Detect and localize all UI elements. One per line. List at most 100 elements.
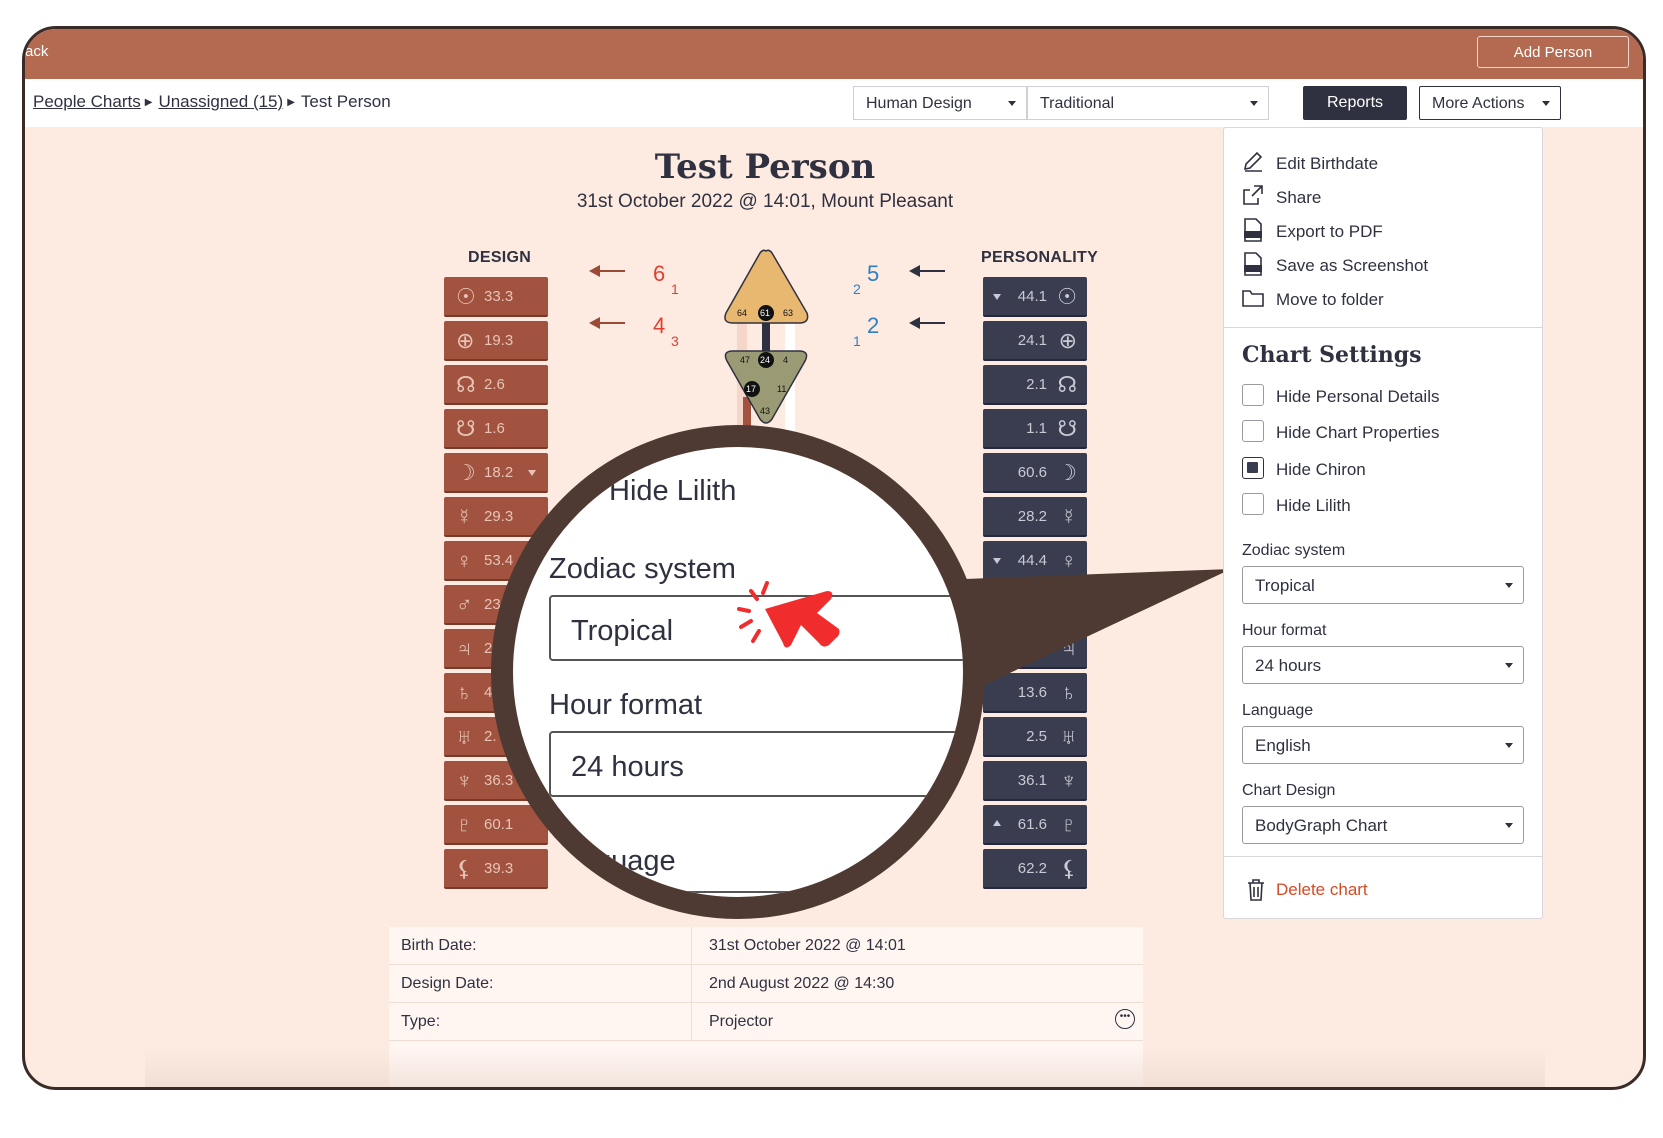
language-select[interactable]: English — [1242, 726, 1524, 764]
add-person-button[interactable]: Add Person — [1477, 36, 1629, 68]
chevron-down-icon — [1008, 101, 1016, 106]
magnified-hour-value: 24 hours — [571, 751, 684, 783]
chevron-down-icon — [1505, 583, 1513, 588]
right-bottom-arrow-icon — [909, 317, 945, 329]
magnifier-lens: Hide Lilith Zodiac system Tropical Hour … — [491, 425, 985, 919]
checkbox-label: Hide Lilith — [1276, 496, 1351, 515]
magnified-language-field: guage — [549, 827, 963, 893]
activation-row[interactable]: ⊕ 24.1 — [983, 321, 1087, 361]
checkbox-box[interactable] — [1242, 493, 1264, 515]
activation-row[interactable]: ♇ 61.6 — [983, 805, 1087, 845]
activation-value: 33.3 — [484, 288, 514, 305]
activation-row[interactable]: ☋ 1.1 — [983, 409, 1087, 449]
activation-row[interactable]: ♇ 60.1 — [444, 805, 548, 845]
detail-label: Birth Date: — [401, 937, 477, 954]
share-icon — [1243, 185, 1263, 205]
checkbox-box[interactable] — [1242, 384, 1264, 406]
activation-value: 2. — [484, 728, 497, 745]
activation-value: 2.5 — [1026, 728, 1047, 745]
breadcrumb-unassigned[interactable]: Unassigned (15) — [158, 92, 283, 111]
activation-row[interactable]: ☊ 2.6 — [444, 365, 548, 405]
variable-left-top-number: 6 — [653, 261, 666, 286]
breadcrumb-separator-icon: ▶ — [144, 97, 153, 108]
breadcrumb-separator-icon: ▶ — [287, 97, 295, 108]
activation-row[interactable]: ⚸ 62.2 — [983, 849, 1087, 889]
mars-icon: ♂ — [456, 592, 473, 617]
more-actions-panel: Edit Birthdate Share Export to PDF Save … — [1223, 127, 1543, 919]
variable-right-bottom-sub: 1 — [853, 333, 861, 349]
activation-row[interactable]: ♅ 2.5 — [983, 717, 1087, 757]
table-row: Birth Date: 31st October 2022 @ 14:01 — [389, 927, 1143, 965]
checkbox-box-checked[interactable] — [1242, 457, 1264, 479]
more-actions-button[interactable]: More Actions — [1419, 86, 1561, 120]
variable-right-bottom-number: 2 — [867, 313, 880, 338]
checkbox-label: Hide Chiron — [1276, 460, 1366, 479]
breadcrumb-current: Test Person — [300, 92, 391, 111]
personality-heading: PERSONALITY — [981, 249, 1099, 266]
hour-format-select[interactable]: 24 hours — [1242, 646, 1524, 684]
activation-row[interactable]: ☿ 28.2 — [983, 497, 1087, 537]
activation-row[interactable]: ☉ 33.3 — [444, 277, 548, 317]
activation-row[interactable]: ⊕ 19.3 — [444, 321, 548, 361]
head-gate-63: 63 — [783, 308, 793, 318]
reports-button[interactable]: Reports — [1303, 86, 1407, 120]
chevron-down-icon — [1505, 823, 1513, 828]
activation-row[interactable]: ⚸ 39.3 — [444, 849, 548, 889]
top-bar: Back Add Person — [25, 29, 1643, 79]
hour-format-value: 24 hours — [1255, 656, 1322, 675]
activation-row[interactable]: ☿ 29.3 — [444, 497, 548, 537]
activation-value: 39.3 — [484, 860, 514, 877]
magnified-hour-field[interactable]: 24 hours — [549, 731, 963, 797]
magnified-zodiac-label: Zodiac system — [549, 553, 736, 585]
activation-row[interactable]: ♆ 36.1 — [983, 761, 1087, 801]
design-heading: DESIGN — [468, 249, 532, 266]
saturn-icon: ♄ — [456, 680, 473, 705]
checkbox-label: Hide Personal Details — [1276, 387, 1440, 406]
back-link[interactable]: Back — [25, 43, 48, 60]
activation-value: 29.3 — [484, 508, 514, 525]
uranus-icon: ♅ — [1060, 724, 1078, 749]
chart-title: Test Person — [654, 147, 876, 187]
earth-icon: ⊕ — [1058, 328, 1077, 353]
chart-design-value: BodyGraph Chart — [1255, 816, 1388, 835]
activation-row[interactable]: ☉ 44.1 — [983, 277, 1087, 317]
system-select[interactable]: Human Design — [853, 86, 1027, 120]
ajna-gate-43: 43 — [760, 406, 770, 416]
bottom-fade — [145, 1047, 1545, 1087]
triangle-down-icon — [993, 294, 1001, 300]
zodiac-system-select[interactable]: Tropical — [1242, 566, 1524, 604]
chart-settings-title: Chart Settings — [1242, 342, 1422, 368]
sun-icon: ☉ — [1057, 284, 1077, 309]
variable-left-top-sub: 1 — [671, 281, 679, 297]
activation-value: 60.1 — [484, 816, 514, 833]
more-actions-label: More Actions — [1432, 95, 1525, 112]
png-icon — [1244, 252, 1262, 276]
more-options-icon[interactable]: ••• — [1115, 1009, 1135, 1029]
activation-value: 28.2 — [1017, 508, 1047, 525]
style-select[interactable]: Traditional — [1027, 86, 1269, 120]
edit-birthdate-label: Edit Birthdate — [1276, 154, 1379, 173]
sun-icon: ☉ — [456, 284, 476, 309]
activation-row[interactable]: ☊ 2.1 — [983, 365, 1087, 405]
ajna-gate-24: 24 — [760, 355, 770, 365]
activation-row[interactable]: ☽ 18.2 — [444, 453, 548, 493]
save-screenshot-label: Save as Screenshot — [1276, 256, 1429, 275]
activation-row[interactable]: ☽ 60.6 — [983, 453, 1087, 493]
north-node-icon: ☊ — [456, 372, 476, 397]
trash-icon — [1248, 879, 1264, 901]
jupiter-icon: ♃ — [456, 636, 473, 661]
checkbox-box[interactable] — [1242, 420, 1264, 442]
variable-right-top-number: 5 — [867, 261, 880, 286]
system-select-value: Human Design — [866, 95, 972, 112]
activation-row[interactable]: ☋ 1.6 — [444, 409, 548, 449]
pencil-icon — [1243, 151, 1263, 172]
chart-design-select[interactable]: BodyGraph Chart — [1242, 806, 1524, 844]
ajna-gate-11: 11 — [777, 384, 786, 394]
checkbox-label: Hide Chart Properties — [1276, 423, 1440, 442]
breadcrumb-people-charts[interactable]: People Charts — [33, 92, 141, 111]
detail-value: 31st October 2022 @ 14:01 — [709, 937, 906, 954]
bodygraph[interactable]: 64 61 63 47 24 4 17 11 43 — [715, 247, 819, 437]
chevron-down-icon — [1542, 101, 1550, 106]
south-node-icon: ☋ — [1057, 416, 1077, 441]
pluto-icon: ♇ — [456, 812, 473, 837]
